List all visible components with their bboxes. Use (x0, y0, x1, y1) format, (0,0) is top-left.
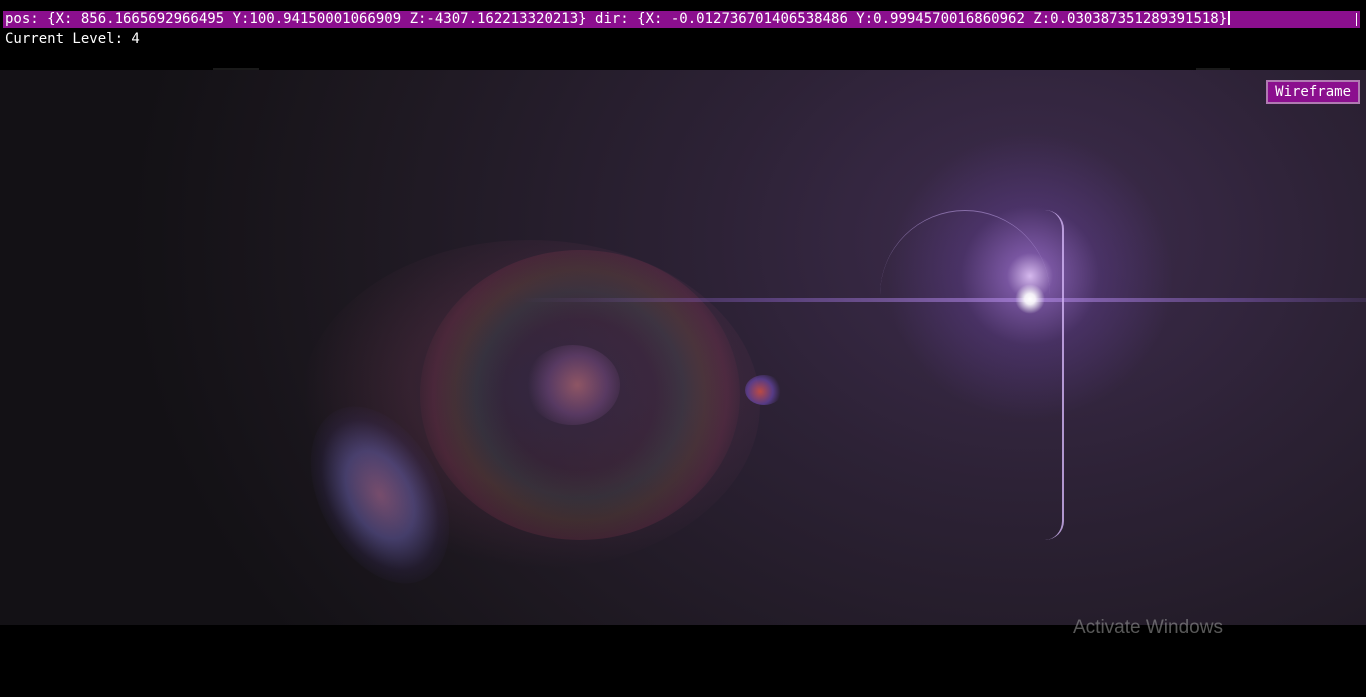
lens-flare-ring (420, 250, 740, 540)
current-level-label: Current Level: 4 (5, 31, 140, 47)
hud-divider (1196, 68, 1230, 70)
planet-rim-arc (1045, 210, 1064, 540)
planet-rim-arc-top (880, 210, 1050, 306)
position-text: pos: {X: 856.1665692966495 Y:100.9415000… (5, 11, 1228, 27)
lens-flare-dot (745, 375, 783, 405)
position-readout[interactable]: pos: {X: 856.1665692966495 Y:100.9415000… (3, 11, 1360, 28)
wireframe-button[interactable]: Wireframe (1266, 80, 1360, 104)
debug-hud: pos: {X: 856.1665692966495 Y:100.9415000… (0, 0, 1366, 70)
activation-watermark: Activate Windows (1073, 617, 1223, 638)
lens-flare-core (525, 345, 620, 425)
hud-divider (213, 68, 259, 70)
lens-flare-halo (300, 240, 760, 570)
text-caret (1228, 11, 1231, 25)
text-caret-end (1356, 13, 1357, 26)
lens-flare-streak (282, 382, 478, 608)
render-viewport[interactable] (0, 70, 1366, 625)
